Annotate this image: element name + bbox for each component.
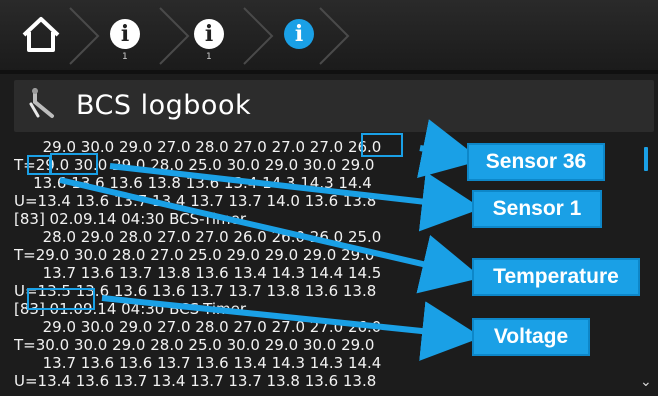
log-line: 13.7 13.6 13.6 13.7 13.6 13.4 14.3 14.3 … [14,354,382,372]
info-icon: i [110,19,140,49]
log-line: U=13.4 13.6 13.7 13.4 13.7 13.7 13.8 13.… [14,372,377,390]
callout-voltage: Voltage [472,318,590,356]
log-line: 13.6 13.6 13.6 13.8 13.6 13.4 14.3 14.3 … [14,174,372,192]
callout-sensor36: Sensor 36 [467,143,605,181]
log-line: 29.0 30.0 29.0 27.0 28.0 27.0 27.0 27.0 … [14,318,382,336]
log-line: T=30.0 30.0 29.0 28.0 25.0 30.0 29.0 30.… [14,336,375,354]
breadcrumb-step-3[interactable]: i [284,19,314,49]
log-line: T=29.0 30.0 28.0 27.0 25.0 29.0 29.0 29.… [14,246,375,264]
scrollbar-thumb[interactable] [644,147,648,171]
divider [0,70,658,74]
callout-temperature: Temperature [472,258,640,296]
breadcrumb-step-2[interactable]: i [194,19,224,49]
wrench-icon [26,86,60,120]
page-title: BCS logbook [76,90,252,121]
info-icon: i [194,19,224,49]
highlight-voltage [27,288,95,310]
breadcrumb-step-2-sub: 1 [206,52,212,62]
breadcrumb-step-1-sub: 1 [122,52,128,62]
highlight-sensor1 [50,153,98,175]
callout-sensor1: Sensor 1 [472,190,602,228]
breadcrumb-bar [0,0,658,70]
log-line: 13.7 13.6 13.7 13.8 13.6 13.4 14.3 14.4 … [14,264,382,282]
log-line: 28.0 29.0 28.0 27.0 27.0 26.0 26.0 26.0 … [14,228,382,246]
highlight-sensor36 [361,133,403,157]
log-line: U=13.4 13.6 13.7 13.4 13.7 13.7 14.0 13.… [14,192,377,210]
log-entry-header: [83] 02.09.14 04:30 BCS-Timer [14,210,247,228]
chevron-down-icon[interactable]: ⌄ [640,374,652,390]
info-icon-active: i [284,19,314,49]
home-icon[interactable] [20,15,62,55]
highlight-temperature [27,155,51,175]
breadcrumb-step-1[interactable]: i [110,19,140,49]
